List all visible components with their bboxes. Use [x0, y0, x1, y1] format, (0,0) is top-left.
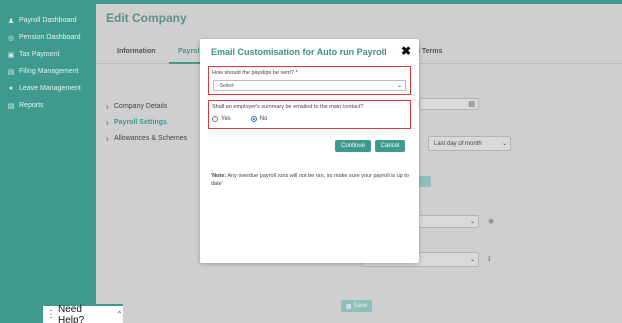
pension-icon: ◎: [7, 34, 15, 42]
close-button[interactable]: ✖: [399, 44, 413, 58]
sidebar-item-label: Payroll Dashboard: [19, 17, 77, 24]
tab-information[interactable]: Information: [117, 48, 156, 55]
chevron-right-icon: ›: [106, 117, 109, 127]
payslip-delivery-group: How should the payslips be sent? * -Sele…: [208, 66, 411, 95]
continue-button[interactable]: Continue: [335, 140, 371, 152]
sidebar-item-payroll-dashboard[interactable]: ♟ Payroll Dashboard: [0, 12, 96, 29]
tab-terms[interactable]: l Terms: [418, 48, 442, 55]
person-icon: ♟: [7, 17, 15, 25]
employer-summary-group: Shall an employer's summary be emailed t…: [208, 100, 411, 129]
nav-allowances-schemes[interactable]: › Allowances & Schemes: [106, 130, 187, 146]
tab-payroll[interactable]: Payrol: [178, 48, 199, 55]
calendar-icon: ▤: [468, 101, 475, 108]
radio-yes[interactable]: [212, 116, 218, 122]
employer-summary-label: Shall an employer's summary be emailed t…: [212, 104, 364, 110]
sidebar-item-label: Leave Management: [19, 85, 81, 92]
sidebar-item-filing-management[interactable]: ▤ Filing Management: [0, 63, 96, 80]
radio-option-no[interactable]: No: [250, 116, 267, 122]
payslip-delivery-label: How should the payslips be sent? *: [212, 70, 298, 76]
sidebar-item-tax-payment[interactable]: ▣ Tax Payment: [0, 46, 96, 63]
save-icon: ▦: [345, 303, 352, 310]
chevron-down-icon: ⌄: [396, 83, 402, 89]
chevron-right-icon: ›: [106, 101, 109, 111]
info-icon[interactable]: ℹ: [488, 255, 491, 263]
sidebar-item-label: Tax Payment: [19, 51, 60, 58]
radio-option-yes[interactable]: Yes: [212, 116, 231, 122]
overdue-note: 'Note: Any overdue payroll runs will not…: [211, 173, 409, 187]
sidebar-item-label: Reports: [19, 102, 44, 109]
cancel-button[interactable]: Cancel: [375, 140, 405, 152]
card-icon: ▣: [7, 51, 15, 59]
radio-no[interactable]: [250, 116, 257, 122]
sidebar: ♟ Payroll Dashboard ◎ Pension Dashboard …: [0, 0, 96, 323]
sidebar-item-label: Pension Dashboard: [19, 34, 81, 41]
top-bar: [96, 0, 622, 4]
section-nav: › Company Details › Payroll Settings › A…: [106, 98, 187, 146]
need-help-label: Need Help?: [58, 303, 85, 323]
chevron-right-icon: ›: [106, 133, 109, 143]
page-title: Edit Company: [106, 11, 187, 25]
email-customisation-modal: Email Customisation for Auto run Payroll…: [200, 39, 419, 263]
date-field[interactable]: ▤: [419, 98, 479, 110]
document-icon: ▤: [7, 68, 15, 76]
need-help-widget[interactable]: ⋮ Need Help? ⌃: [43, 304, 123, 323]
chevron-down-icon: ⌄: [501, 141, 507, 147]
chevron-down-icon: ⌄: [469, 257, 475, 263]
sidebar-item-pension-dashboard[interactable]: ◎ Pension Dashboard: [0, 29, 96, 46]
employer-summary-radios: Yes No: [212, 116, 287, 122]
modal-title: Email Customisation for Auto run Payroll: [211, 47, 387, 57]
nav-company-details[interactable]: › Company Details: [106, 98, 187, 114]
chevron-down-icon: ⌄: [469, 219, 475, 225]
chevron-up-icon[interactable]: ⌃: [116, 310, 123, 319]
sidebar-item-leave-management[interactable]: ● Leave Management: [0, 80, 96, 97]
tab-active-indicator: [169, 62, 201, 64]
nav-payroll-settings[interactable]: › Payroll Settings: [106, 114, 187, 130]
leave-icon: ●: [8, 85, 14, 92]
sidebar-item-reports[interactable]: ▤ Reports: [0, 97, 96, 114]
sidebar-item-label: Filing Management: [19, 68, 79, 75]
drag-handle-icon[interactable]: ⋮: [46, 309, 56, 320]
eye-icon[interactable]: ◉: [488, 217, 494, 225]
report-icon: ▤: [7, 102, 15, 110]
save-button[interactable]: ▦ Save: [341, 300, 372, 312]
payslip-delivery-select[interactable]: -Select- ⌄: [213, 80, 406, 91]
pay-day-select[interactable]: Last day of month ⌄: [428, 136, 511, 151]
